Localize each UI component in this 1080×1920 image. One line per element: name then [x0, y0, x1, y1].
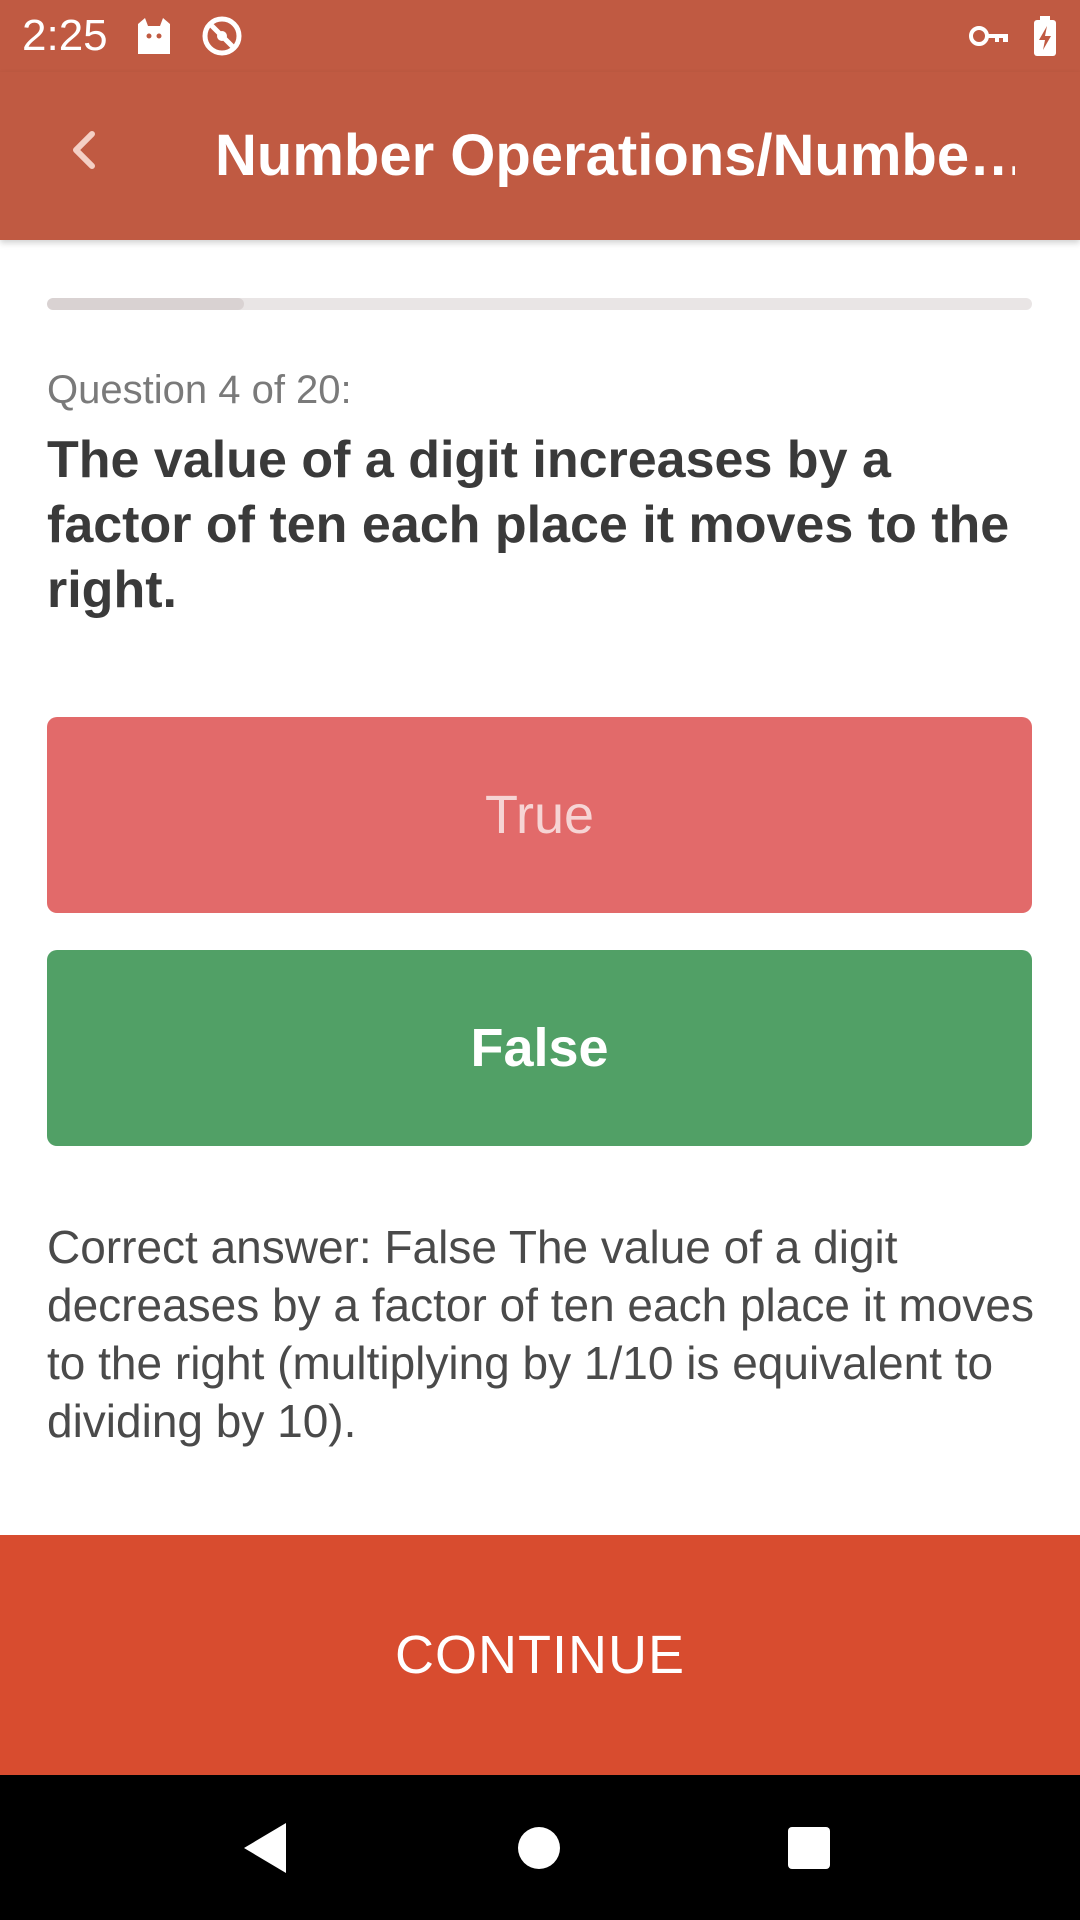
system-nav-bar [0, 1775, 1080, 1920]
question-text: The value of a digit increases by a fact… [47, 431, 1010, 619]
app-bar: Number Operations/Numbe… [0, 72, 1080, 240]
nav-home-button[interactable] [494, 1805, 584, 1895]
chevron-left-icon [62, 128, 106, 177]
cat-notification-icon [132, 14, 176, 58]
back-button[interactable] [44, 112, 124, 192]
answer-explanation: Correct answer: False The value of a dig… [47, 1221, 1034, 1447]
quiz-screen: 2:25 Number Operations/Numbe… Question 4… [0, 0, 1080, 1920]
answer-false-button[interactable]: False [47, 950, 1032, 1146]
continue-button[interactable]: CONTINUE [0, 1535, 1080, 1775]
quiz-progress-fill [47, 298, 244, 310]
vpn-key-icon [968, 14, 1012, 58]
quiz-progress-bar [47, 298, 1032, 310]
page-title: Number Operations/Numbe… [215, 123, 1015, 188]
nav-recents-button[interactable] [764, 1805, 854, 1895]
recents-square-icon [786, 1825, 832, 1876]
answer-true-button[interactable]: True [47, 717, 1032, 913]
nav-back-button[interactable] [220, 1805, 310, 1895]
status-bar: 2:25 [0, 0, 1080, 72]
status-time: 2:25 [22, 11, 108, 60]
home-circle-icon [516, 1825, 562, 1876]
battery-charging-icon [1024, 14, 1068, 58]
blocked-icon [200, 14, 244, 58]
back-triangle-icon [240, 1821, 290, 1880]
question-counter: Question 4 of 20: [47, 368, 352, 412]
